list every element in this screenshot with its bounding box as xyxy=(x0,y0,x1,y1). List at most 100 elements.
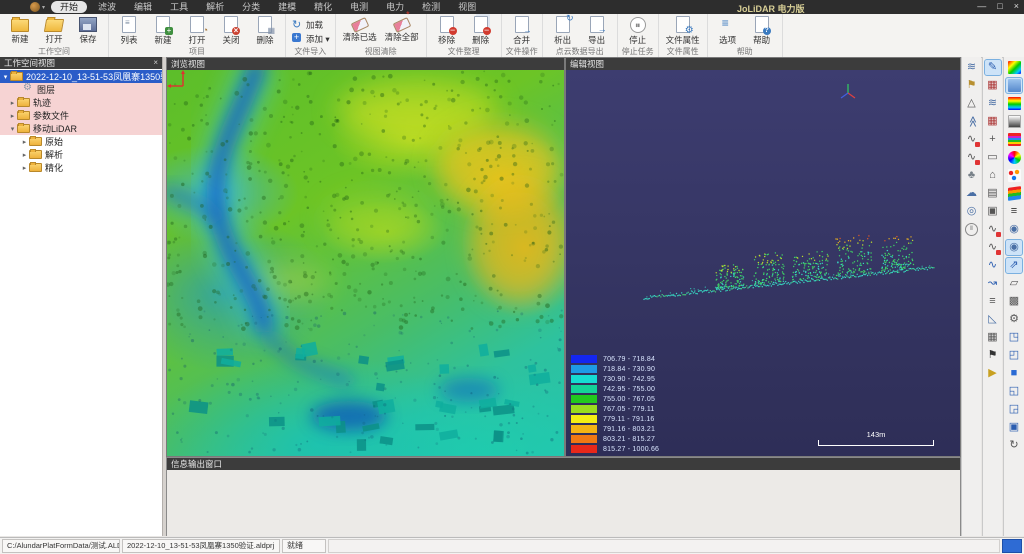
close-button[interactable]: × xyxy=(1014,1,1019,11)
menu-tab[interactable]: 开始 xyxy=(51,1,87,13)
curve-icon[interactable]: ∿ xyxy=(985,258,1001,273)
menu-tab[interactable]: 分类 xyxy=(233,1,269,13)
contour-colors-icon[interactable] xyxy=(1006,186,1022,201)
eye-2-icon[interactable]: ◉ xyxy=(1006,240,1022,255)
grid-select-icon[interactable]: ▦ xyxy=(985,78,1001,93)
blue-map-icon[interactable] xyxy=(1006,78,1022,93)
stack-icon[interactable]: ≡ xyxy=(1006,204,1022,219)
move-icon[interactable]: + xyxy=(985,132,1001,147)
tree-item[interactable]: ▾ 移动LiDAR xyxy=(0,122,162,135)
ribbon-button-new-project[interactable]: 新建 xyxy=(146,15,180,47)
ribbon-button-save-workspace[interactable]: 保存 xyxy=(71,15,105,47)
tree-item[interactable]: ▾ 2022-12-10_13-51-53凤凰寨1350验证.aldprj xyxy=(0,70,162,83)
elevation-map-canvas[interactable] xyxy=(167,70,564,456)
lasso-icon[interactable]: ▱ xyxy=(1006,276,1022,291)
tree-expander-icon[interactable]: ▸ xyxy=(8,112,17,120)
ribbon-button-delete-file[interactable]: 删除 xyxy=(464,15,498,47)
search-doc-icon[interactable]: ◎ xyxy=(964,204,980,219)
measure-icon[interactable]: ⇗ xyxy=(1006,258,1022,273)
pause-tool-icon[interactable]: Ⅱ xyxy=(964,222,980,237)
workspace-close-icon[interactable]: × xyxy=(153,57,158,69)
flag-icon[interactable]: ⚑ xyxy=(964,78,980,93)
layers-icon[interactable]: ≋ xyxy=(964,60,980,75)
cube-right-icon[interactable]: ◲ xyxy=(1006,402,1022,417)
rect-select-icon[interactable]: ▭ xyxy=(985,150,1001,165)
polygon-select-icon[interactable]: ⌂ xyxy=(985,168,1001,183)
logo-caret-icon[interactable]: ▾ xyxy=(42,4,45,11)
copy-icon[interactable]: ▣ xyxy=(985,204,1001,219)
rgb-dots-icon[interactable] xyxy=(1006,168,1022,183)
menu-tab[interactable]: 编辑 xyxy=(125,1,161,13)
tree-item[interactable]: ▸ 参数文件 xyxy=(0,109,162,122)
gear-icon[interactable]: ⚙ xyxy=(1006,312,1022,327)
output-panel-content[interactable] xyxy=(167,470,960,536)
flag-tool-icon[interactable]: ⚑ xyxy=(985,348,1001,363)
select-tool-icon[interactable]: ✎ xyxy=(985,60,1001,75)
color-wheel-icon[interactable] xyxy=(1006,150,1022,165)
ribbon-button-help[interactable]: 帮助 xyxy=(745,15,779,47)
profile-edit-icon[interactable]: ∿ xyxy=(964,150,980,165)
class-colors-icon[interactable] xyxy=(1006,132,1022,147)
menu-tab[interactable]: 滤波 xyxy=(89,1,125,13)
profile-a-icon[interactable]: ∿ xyxy=(985,222,1001,237)
grid-all-icon[interactable]: ▦ xyxy=(985,114,1001,129)
ribbon-button-add-file[interactable]: 添加 ▾ xyxy=(289,32,332,45)
tree-item[interactable]: ▸ 原始 xyxy=(0,135,162,148)
cube-front-icon[interactable]: ◰ xyxy=(1006,348,1022,363)
layer-stack-icon[interactable]: ≋ xyxy=(985,96,1001,111)
curve-arrow-icon[interactable]: ↝ xyxy=(985,276,1001,291)
ribbon-button-open-workspace[interactable]: 打开 xyxy=(37,15,71,47)
ribbon-button-new-workspace[interactable]: 新建 xyxy=(3,15,37,47)
ribbon-button-merge-files[interactable]: 合并 xyxy=(505,15,539,47)
ribbon-button-options[interactable]: 选项 xyxy=(711,15,745,47)
profile-select-icon[interactable]: ∿ xyxy=(964,132,980,147)
ribbon-button-stop-task[interactable]: 停止 xyxy=(621,15,655,47)
menu-tab[interactable]: 建模 xyxy=(269,1,305,13)
menu-tab[interactable]: 精化 xyxy=(305,1,341,13)
eye-icon[interactable]: ◉ xyxy=(1006,222,1022,237)
elevation-ramp-icon[interactable] xyxy=(1006,96,1022,111)
ribbon-button-load-file[interactable]: 加载 xyxy=(289,18,332,31)
tree-expander-icon[interactable]: ▾ xyxy=(1,73,10,81)
tree-expander-icon[interactable]: ▸ xyxy=(20,138,29,146)
gray-ramp-icon[interactable] xyxy=(1006,114,1022,129)
colormap-icon[interactable] xyxy=(1006,60,1022,75)
tree-item[interactable]: ▸ 精化 xyxy=(0,161,162,174)
cube-top-icon[interactable]: ◳ xyxy=(1006,330,1022,345)
cube-iso-icon[interactable]: ▣ xyxy=(1006,420,1022,435)
ribbon-button-file-properties[interactable]: 文件属性 xyxy=(662,15,704,47)
ribbon-button-delete-project[interactable]: 删除 xyxy=(248,15,282,47)
cloud-icon[interactable]: ☁ xyxy=(964,186,980,201)
ruler-icon[interactable]: ≡ xyxy=(985,294,1001,309)
tree-item[interactable]: 图层 xyxy=(0,83,162,96)
maximize-button[interactable]: □ xyxy=(997,1,1002,11)
ribbon-button-clear-selected[interactable]: 清除已选 xyxy=(339,15,381,47)
menu-tab[interactable]: 视图 xyxy=(449,1,485,13)
grid-icon[interactable]: ▦ xyxy=(985,330,1001,345)
checker-icon[interactable]: ▩ xyxy=(1006,294,1022,309)
menu-tab[interactable]: 工具 xyxy=(161,1,197,13)
app-logo-icon[interactable] xyxy=(30,2,40,12)
doc-icon[interactable]: ▤ xyxy=(985,186,1001,201)
rotate-icon[interactable]: ↻ xyxy=(1006,438,1022,453)
chevrons-icon[interactable]: ≪ xyxy=(964,114,980,129)
point-cloud-canvas[interactable]: 706.79 - 718.84 718.84 - 730.90 730.90 -… xyxy=(566,70,960,456)
tree-expander-icon[interactable]: ▸ xyxy=(20,151,29,159)
ribbon-button-close-project[interactable]: 关闭 xyxy=(214,15,248,47)
menu-tab[interactable]: 电测 xyxy=(341,1,377,13)
minimize-button[interactable]: — xyxy=(977,1,986,11)
pylon-icon[interactable]: △ xyxy=(964,96,980,111)
profile-b-icon[interactable]: ∿ xyxy=(985,240,1001,255)
tree-item[interactable]: ▸ 解析 xyxy=(0,148,162,161)
ribbon-button-remove-file[interactable]: 移除 xyxy=(430,15,464,47)
ribbon-button-open-project[interactable]: 打开 xyxy=(180,15,214,47)
menu-tab[interactable]: 解析 xyxy=(197,1,233,13)
ribbon-button-project-list[interactable]: 列表 xyxy=(112,15,146,47)
tree-expander-icon[interactable]: ▾ xyxy=(8,125,17,133)
cursor-icon[interactable]: ▶ xyxy=(985,366,1001,381)
slope-icon[interactable]: ◺ xyxy=(985,312,1001,327)
tree-expander-icon[interactable]: ▸ xyxy=(20,164,29,172)
tree-expander-icon[interactable]: ▸ xyxy=(8,99,17,107)
cube-fill-icon[interactable]: ■ xyxy=(1006,366,1022,381)
ribbon-button-extract-points[interactable]: 析出 xyxy=(546,15,580,47)
